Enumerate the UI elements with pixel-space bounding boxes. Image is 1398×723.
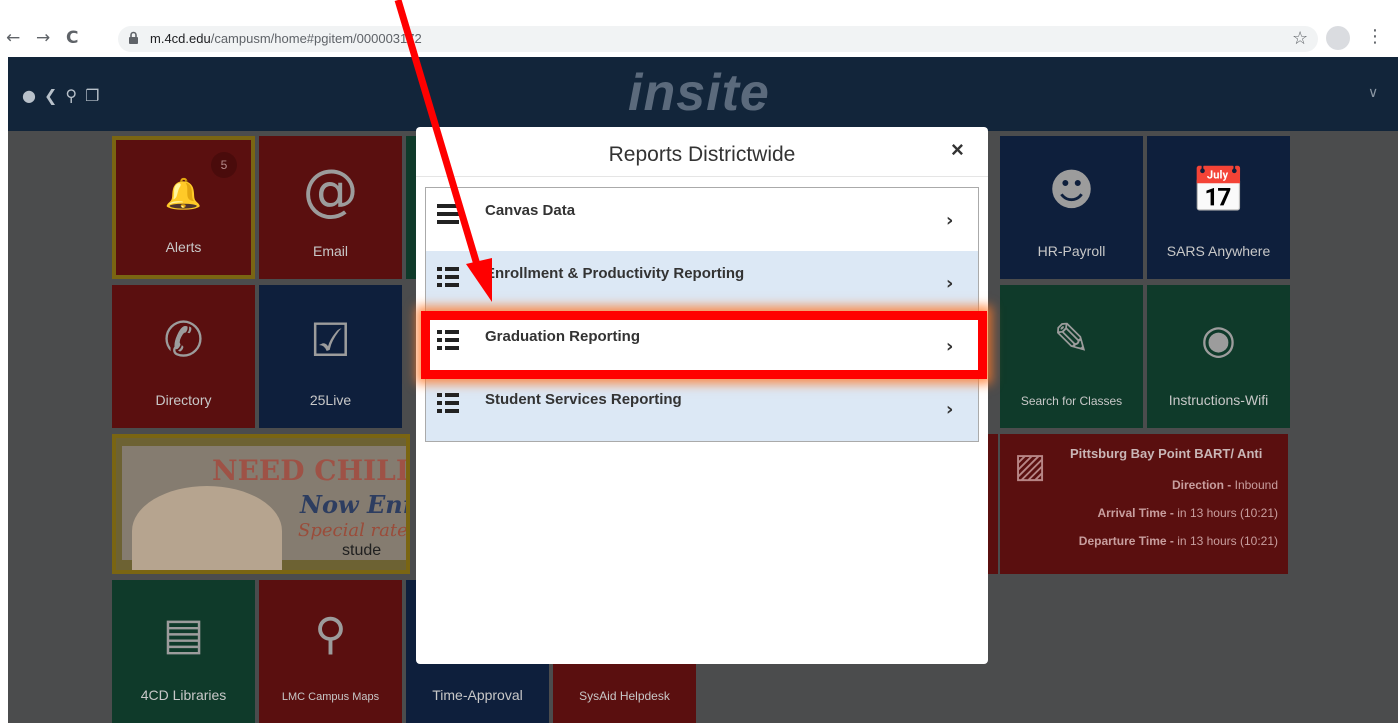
promo-students: stude <box>342 542 382 559</box>
promo-photo <box>132 486 282 570</box>
tile-label: Email <box>312 243 348 259</box>
direction-value: Inbound <box>1234 478 1278 492</box>
tile-libraries[interactable]: ▤ 4CD Libraries <box>112 580 255 723</box>
url-path: /campusm/home#pgitem/ <box>210 31 357 46</box>
teacher-board-icon: ✎ <box>1053 314 1090 365</box>
url-tail: 000003172 <box>356 31 422 46</box>
employee-pay-icon: ☻ <box>1048 165 1095 216</box>
report-item-label: Student Services Reporting <box>485 391 682 408</box>
chevron-down-icon[interactable]: ∨ <box>1368 85 1378 101</box>
at-sign-icon: @ <box>302 158 359 223</box>
tile-25live[interactable]: ☑ 25Live <box>259 285 402 428</box>
calendar-icon: 📅 <box>1191 165 1246 216</box>
tile-hr-payroll[interactable]: ☻ HR-Payroll <box>1000 136 1143 279</box>
bookmark-star-icon[interactable]: ☆ <box>1292 28 1308 49</box>
report-item-label: Graduation Reporting <box>485 328 640 345</box>
report-item-label: Canvas Data <box>485 202 576 219</box>
chat-icon[interactable]: ● <box>22 86 36 105</box>
reload-icon[interactable]: C <box>66 28 78 48</box>
tile-alerts[interactable]: 5 🔔 Alerts <box>112 136 255 279</box>
list-icon <box>437 330 459 350</box>
chevron-right-icon: › <box>946 336 954 357</box>
reports-list: Canvas Data › Enrollment & Productivity … <box>425 187 979 442</box>
chevron-right-icon: › <box>946 273 954 294</box>
departure-label: Departure Time - <box>1078 534 1178 548</box>
chevron-right-icon: › <box>946 399 954 420</box>
list-icon <box>437 204 459 224</box>
promo-banner[interactable]: NEED CHILD C Now Enr Special rate stude <box>112 434 410 574</box>
direction-label: Direction - <box>1171 478 1235 492</box>
lock-icon <box>129 31 138 44</box>
reports-modal: Reports Districtwide × Canvas Data › Enr… <box>416 127 988 664</box>
map-pin-icon: ⚲ <box>314 609 347 660</box>
tile-label: HR-Payroll <box>1037 243 1106 259</box>
app-header: ● ❮ ⚲ ❐ insite ∨ <box>8 57 1398 131</box>
report-item-enrollment[interactable]: Enrollment & Productivity Reporting › <box>426 251 978 314</box>
calendar-check-icon: ☑ <box>309 313 352 367</box>
tile-label: Time-Approval <box>432 687 523 703</box>
close-icon[interactable]: × <box>951 137 964 163</box>
list-icon <box>437 393 459 413</box>
share-icon[interactable]: ❮ <box>44 86 57 105</box>
tile-label: LMC Campus Maps <box>281 691 380 703</box>
back-icon[interactable]: ← <box>6 28 20 48</box>
tile-label: Alerts <box>165 239 202 255</box>
bell-icon: 🔔 <box>164 177 203 212</box>
departure-value: in 13 hours (10:21) <box>1177 534 1278 548</box>
bart-route-title: Pittsburg Bay Point BART/ Anti <box>1070 446 1263 461</box>
tile-label: Instructions-Wifi <box>1168 392 1269 408</box>
browser-menu-icon[interactable]: ⋮ <box>1366 26 1384 47</box>
tile-search-classes[interactable]: ✎ Search for Classes <box>1000 285 1143 428</box>
wifi-icon: ◉ <box>1201 317 1236 363</box>
search-icon[interactable]: ⚲ <box>65 86 77 105</box>
copy-icon[interactable]: ❐ <box>85 86 99 105</box>
arrival-value: in 13 hours (10:21) <box>1177 506 1278 520</box>
tile-sars[interactable]: 📅 SARS Anywhere <box>1147 136 1290 279</box>
list-icon <box>437 267 459 287</box>
tile-label: 25Live <box>309 392 352 408</box>
report-item-graduation[interactable]: Graduation Reporting › <box>426 314 978 377</box>
report-item-label: Enrollment & Productivity Reporting <box>485 265 745 282</box>
arrival-label: Arrival Time - <box>1097 506 1178 520</box>
modal-divider <box>416 176 988 177</box>
tile-directory[interactable]: ✆ Directory <box>112 285 255 428</box>
browser-toolbar: ← → C m.4cd.edu/campusm/home#pgitem/0000… <box>0 0 1398 57</box>
books-icon: ▤ <box>162 609 205 660</box>
forward-icon[interactable]: → <box>36 28 50 48</box>
promo-headline: NEED CHILD C <box>212 454 410 487</box>
tile-email[interactable]: @ Email <box>259 136 402 279</box>
chevron-right-icon: › <box>946 210 954 231</box>
phone-icon: ✆ <box>163 312 204 368</box>
tile-label: Search for Classes <box>1020 394 1123 408</box>
report-item-student-services[interactable]: Student Services Reporting › <box>426 377 978 441</box>
tile-label: SysAid Helpdesk <box>579 689 670 703</box>
profile-avatar[interactable] <box>1326 26 1350 50</box>
promo-subhead: Now Enr <box>300 490 410 519</box>
promo-rate: Special rate <box>298 520 408 541</box>
tile-label: SARS Anywhere <box>1166 243 1271 259</box>
url-host: m.4cd.edu <box>150 31 211 46</box>
tile-label: 4CD Libraries <box>140 687 227 703</box>
bus-icon: ▨ <box>1014 446 1047 486</box>
brand-logo: insite <box>628 64 770 122</box>
modal-title: Reports Districtwide <box>608 143 796 166</box>
url-text[interactable]: m.4cd.edu/campusm/home#pgitem/000003172 <box>150 31 422 46</box>
tile-wifi[interactable]: ◉ Instructions-Wifi <box>1147 285 1290 428</box>
promo-image: NEED CHILD C Now Enr Special rate stude <box>122 446 408 570</box>
tile-campus-maps[interactable]: ⚲ LMC Campus Maps <box>259 580 402 723</box>
report-item-canvas-data[interactable]: Canvas Data › <box>426 188 978 251</box>
bart-widget[interactable]: ▨ Pittsburg Bay Point BART/ Anti Directi… <box>1000 434 1288 574</box>
tile-label: Directory <box>155 392 212 408</box>
